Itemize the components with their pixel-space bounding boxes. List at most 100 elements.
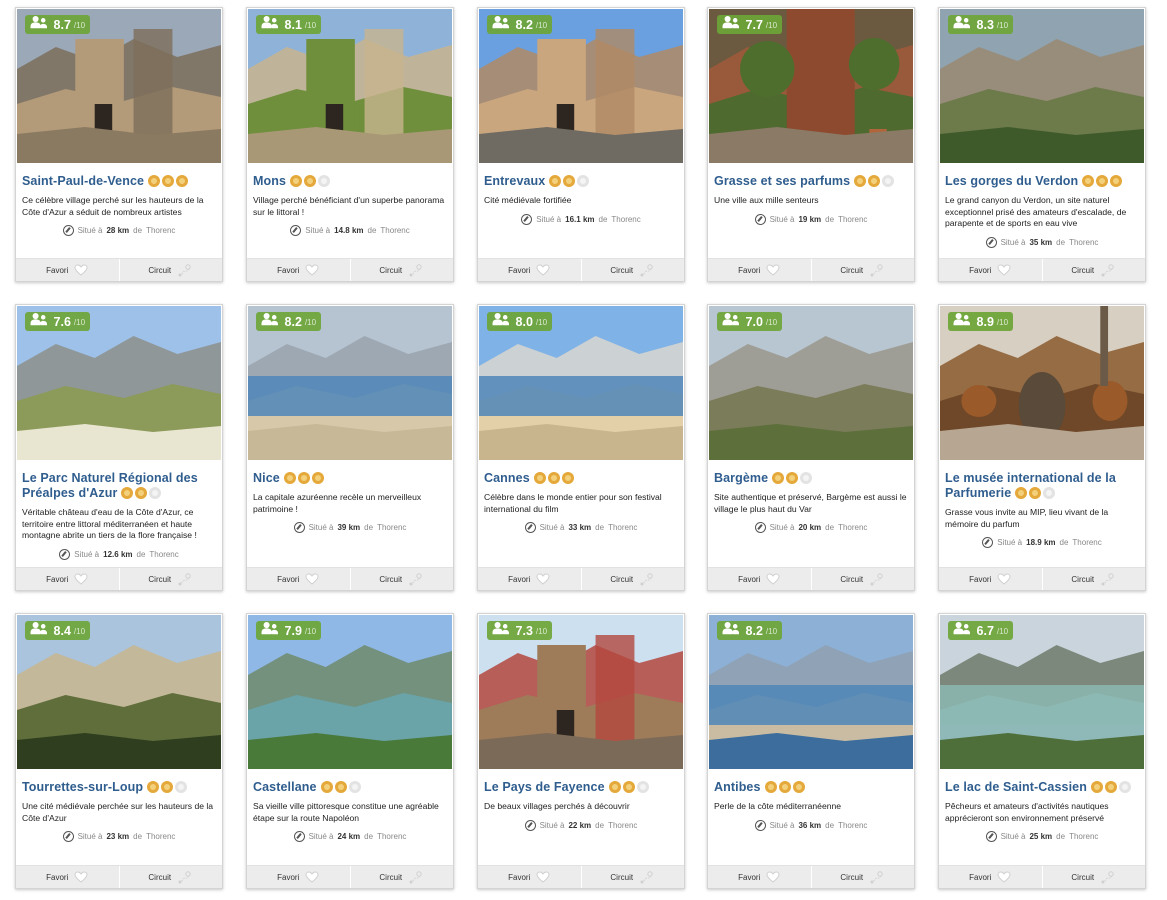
circuit-button[interactable]: Circuit — [580, 568, 685, 590]
attraction-card[interactable]: 8.9 /10 Le musée international de la Par… — [938, 304, 1146, 591]
card-photo[interactable]: 8.2 /10 — [248, 306, 452, 460]
circuit-button[interactable]: Circuit — [118, 568, 223, 590]
card-photo[interactable]: 6.7 /10 — [940, 615, 1144, 769]
favorite-button[interactable]: Favori — [247, 866, 350, 888]
score-value: 7.6 — [53, 314, 71, 329]
favorite-button[interactable]: Favori — [16, 568, 119, 590]
distance-prefix: Situé à — [539, 820, 565, 830]
card-title-text[interactable]: Castellane — [253, 780, 317, 794]
circuit-button[interactable]: Circuit — [580, 259, 685, 281]
card-title[interactable]: Castellane — [253, 780, 447, 795]
card-photo[interactable]: 7.0 /10 — [709, 306, 913, 460]
attraction-card[interactable]: 7.7 /10 Grasse et ses parfums Une ville … — [707, 7, 915, 282]
attraction-card[interactable]: 7.0 /10 Bargème Site authentique et prés… — [707, 304, 915, 591]
attraction-card[interactable]: 8.0 /10 Cannes Célèbre dans le monde ent… — [477, 304, 685, 591]
circuit-button[interactable]: Circuit — [118, 259, 223, 281]
card-photo[interactable]: 8.0 /10 — [479, 306, 683, 460]
card-title-text[interactable]: Entrevaux — [484, 174, 545, 188]
card-photo[interactable]: 7.3 /10 — [479, 615, 683, 769]
circuit-label: Circuit — [1071, 265, 1095, 275]
attraction-card[interactable]: 7.9 /10 Castellane Sa vieille ville pitt… — [246, 613, 454, 889]
circuit-button[interactable]: Circuit — [349, 866, 454, 888]
card-title[interactable]: Bargème — [714, 471, 908, 486]
favorite-button[interactable]: Favori — [247, 568, 350, 590]
circuit-button[interactable]: Circuit — [1041, 866, 1146, 888]
attraction-card[interactable]: 8.2 /10 Nice La capitale azuréenne recèl… — [246, 304, 454, 591]
favorite-button[interactable]: Favori — [478, 866, 581, 888]
circuit-button[interactable]: Circuit — [118, 866, 223, 888]
card-title-text[interactable]: Saint-Paul-de-Vence — [22, 174, 144, 188]
attraction-card[interactable]: 6.7 /10 Le lac de Saint-Cassien Pêcheurs… — [938, 613, 1146, 889]
favorite-button[interactable]: Favori — [939, 259, 1042, 281]
attraction-card[interactable]: 8.4 /10 Tourrettes-sur-Loup Une cité méd… — [15, 613, 223, 889]
rating-ring-icon — [121, 487, 134, 499]
card-title[interactable]: Le musée international de la Parfumerie — [945, 471, 1139, 501]
card-photo[interactable]: 8.2 /10 — [479, 9, 683, 163]
card-title-text[interactable]: Tourrettes-sur-Loup — [22, 780, 143, 794]
card-title-text[interactable]: Cannes — [484, 471, 530, 485]
attraction-card[interactable]: 8.3 /10 Les gorges du Verdon Le grand ca… — [938, 7, 1146, 282]
circuit-button[interactable]: Circuit — [580, 866, 685, 888]
favorite-button[interactable]: Favori — [708, 259, 811, 281]
distance-prefix: Situé à — [997, 538, 1023, 547]
card-title[interactable]: Le Pays de Fayence — [484, 780, 678, 795]
attraction-card[interactable]: 8.2 /10 Antibes Perle de la côte méditer… — [707, 613, 915, 889]
card-photo[interactable]: 8.9 /10 — [940, 306, 1144, 460]
card-description: La capitale azuréenne recèle un merveill… — [253, 492, 422, 514]
card-title[interactable]: Le Parc Naturel Régional des Préalpes d'… — [22, 471, 216, 501]
card-photo[interactable]: 7.7 /10 — [709, 9, 913, 163]
distance-unit: km — [351, 226, 364, 235]
card-photo[interactable]: 8.2 /10 — [709, 615, 913, 769]
card-title[interactable]: Entrevaux — [484, 174, 678, 189]
card-photo[interactable]: 8.4 /10 — [17, 615, 221, 769]
card-photo[interactable]: 8.3 /10 — [940, 9, 1144, 163]
favorite-button[interactable]: Favori — [939, 568, 1042, 590]
card-title-text[interactable]: Grasse et ses parfums — [714, 174, 850, 188]
attraction-card[interactable]: 8.2 /10 Entrevaux Cité médiévale fortifi… — [477, 7, 685, 282]
card-title[interactable]: Nice — [253, 471, 447, 486]
attraction-card[interactable]: 7.6 /10 Le Parc Naturel Régional des Pré… — [15, 304, 223, 591]
attraction-card[interactable]: 7.3 /10 Le Pays de Fayence De beaux vill… — [477, 613, 685, 889]
card-photo[interactable]: 8.7 /10 — [17, 9, 221, 163]
card-title-text[interactable]: Nice — [253, 471, 280, 485]
attraction-card[interactable]: 8.7 /10 Saint-Paul-de-Vence Ce célèbre v… — [15, 7, 223, 282]
favorite-button[interactable]: Favori — [939, 866, 1042, 888]
card-title[interactable]: Antibes — [714, 780, 908, 795]
favorite-button[interactable]: Favori — [478, 259, 581, 281]
card-title-text[interactable]: Les gorges du Verdon — [945, 174, 1078, 188]
card-title-text[interactable]: Le Pays de Fayence — [484, 780, 605, 794]
card-title[interactable]: Grasse et ses parfums — [714, 174, 908, 189]
card-title[interactable]: Le lac de Saint-Cassien — [945, 780, 1139, 795]
card-title[interactable]: Les gorges du Verdon — [945, 174, 1139, 189]
favorite-button[interactable]: Favori — [708, 866, 811, 888]
route-icon — [409, 870, 422, 883]
circuit-button[interactable]: Circuit — [810, 866, 915, 888]
card-title-text[interactable]: Le Parc Naturel Régional des Préalpes d'… — [22, 471, 198, 500]
card-title[interactable]: Saint-Paul-de-Vence — [22, 174, 216, 189]
favorite-button[interactable]: Favori — [247, 259, 350, 281]
circuit-button[interactable]: Circuit — [349, 259, 454, 281]
card-title[interactable]: Cannes — [484, 471, 678, 486]
card-footer: Favori Circuit — [939, 258, 1145, 281]
circuit-button[interactable]: Circuit — [1041, 568, 1146, 590]
card-title[interactable]: Tourrettes-sur-Loup — [22, 780, 216, 795]
favorite-button[interactable]: Favori — [16, 259, 119, 281]
favorite-button[interactable]: Favori — [16, 866, 119, 888]
card-title-text[interactable]: Bargème — [714, 471, 768, 485]
card-photo[interactable]: 8.1 /10 — [248, 9, 452, 163]
circuit-button[interactable]: Circuit — [349, 568, 454, 590]
card-photo[interactable]: 7.9 /10 — [248, 615, 452, 769]
distance-value: 24 — [337, 832, 347, 841]
circuit-label: Circuit — [610, 574, 634, 584]
circuit-button[interactable]: Circuit — [810, 259, 915, 281]
card-title-text[interactable]: Le lac de Saint-Cassien — [945, 780, 1087, 794]
attraction-card[interactable]: 8.1 /10 Mons Village perché bénéficiant … — [246, 7, 454, 282]
circuit-button[interactable]: Circuit — [1041, 259, 1146, 281]
circuit-button[interactable]: Circuit — [810, 568, 915, 590]
card-photo[interactable]: 7.6 /10 — [17, 306, 221, 460]
card-title-text[interactable]: Antibes — [714, 780, 761, 794]
favorite-button[interactable]: Favori — [708, 568, 811, 590]
card-title-text[interactable]: Mons — [253, 174, 286, 188]
card-title[interactable]: Mons — [253, 174, 447, 189]
favorite-button[interactable]: Favori — [478, 568, 581, 590]
